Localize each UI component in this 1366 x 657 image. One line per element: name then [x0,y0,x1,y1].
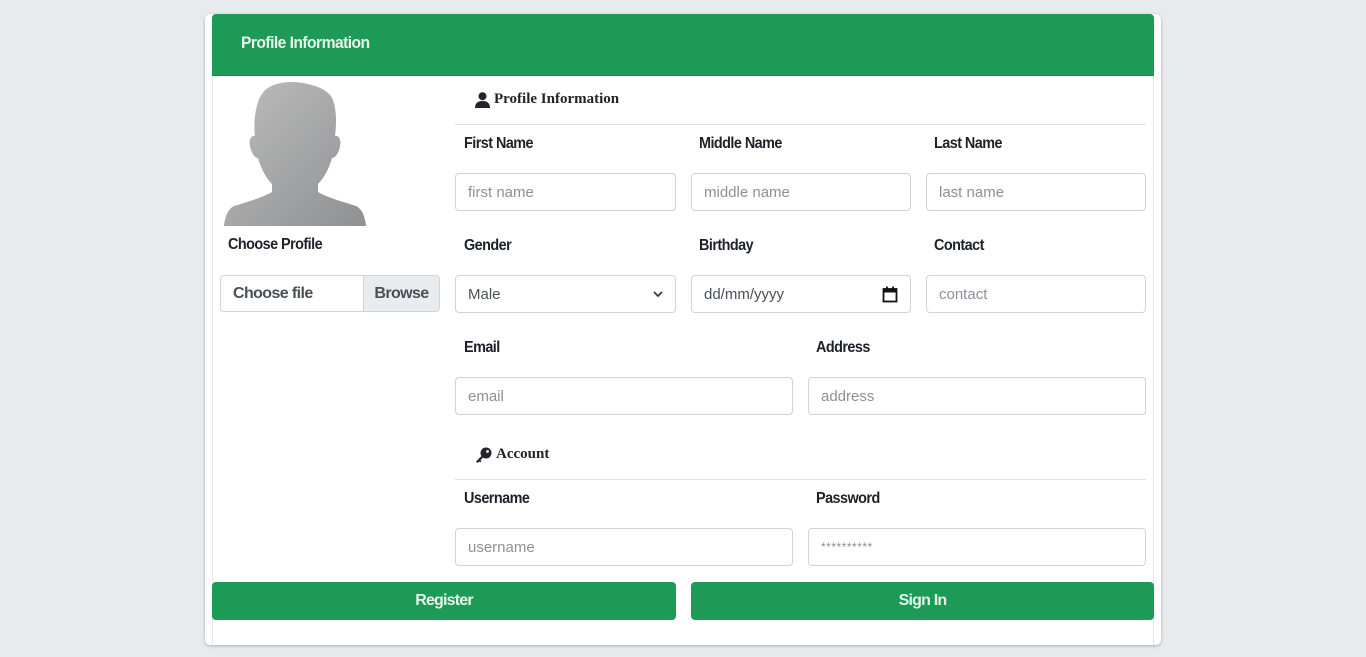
register-button[interactable]: Register [212,582,676,620]
calendar-icon[interactable] [882,286,898,303]
username-placeholder: username [468,538,535,556]
choose-profile-label: Choose Profile [228,236,323,253]
email-placeholder: email [468,387,504,405]
middle-name-input[interactable]: middle name [691,173,911,211]
password-input[interactable]: ********** [808,528,1146,566]
divider [212,76,213,645]
section-divider [455,124,1146,125]
file-name-display[interactable]: Choose file [221,276,363,311]
account-section-title: Account [475,446,549,463]
profile-file-input[interactable]: Choose file Browse [220,275,440,312]
last-name-placeholder: last name [939,183,1005,201]
key-icon [476,447,492,463]
email-input[interactable]: email [455,377,793,415]
card-header: Profile Information [212,14,1154,76]
profile-section-title: Profile Information [475,91,619,108]
address-input[interactable]: address [808,377,1146,415]
birthday-placeholder: dd/mm/yyyy [704,285,785,303]
last-name-input[interactable]: last name [926,173,1146,211]
address-placeholder: address [821,387,875,405]
last-name-label: Last Name [934,135,1003,152]
profile-section-label: Profile Information [494,91,620,107]
password-label: Password [816,490,880,507]
gender-value: Male [468,285,501,303]
profile-card: Profile Information Choose Profile Choos… [205,14,1161,645]
username-input[interactable]: username [455,528,793,566]
middle-name-placeholder: middle name [704,183,790,201]
account-section-label: Account [496,446,550,462]
username-label: Username [464,490,530,507]
section-divider [455,479,1146,480]
gender-label: Gender [464,237,512,254]
middle-name-label: Middle Name [699,135,782,152]
first-name-placeholder: first name [468,183,534,201]
page-title: Profile Information [241,33,370,52]
sign-in-button[interactable]: Sign In [691,582,1154,620]
chevron-down-icon [653,290,663,297]
avatar-placeholder-icon [224,82,366,226]
email-label: Email [464,339,500,356]
user-icon [475,91,490,108]
first-name-label: First Name [464,135,534,152]
first-name-input[interactable]: first name [455,173,676,211]
contact-placeholder: contact [939,285,988,303]
browse-button[interactable]: Browse [363,276,439,311]
contact-input[interactable]: contact [926,275,1146,313]
password-placeholder: ********** [821,540,873,554]
divider [1153,76,1154,645]
birthday-label: Birthday [699,237,754,254]
contact-label: Contact [934,237,984,254]
gender-select[interactable]: Male [455,275,676,313]
address-label: Address [816,339,870,356]
birthday-input[interactable]: dd/mm/yyyy [691,275,911,313]
